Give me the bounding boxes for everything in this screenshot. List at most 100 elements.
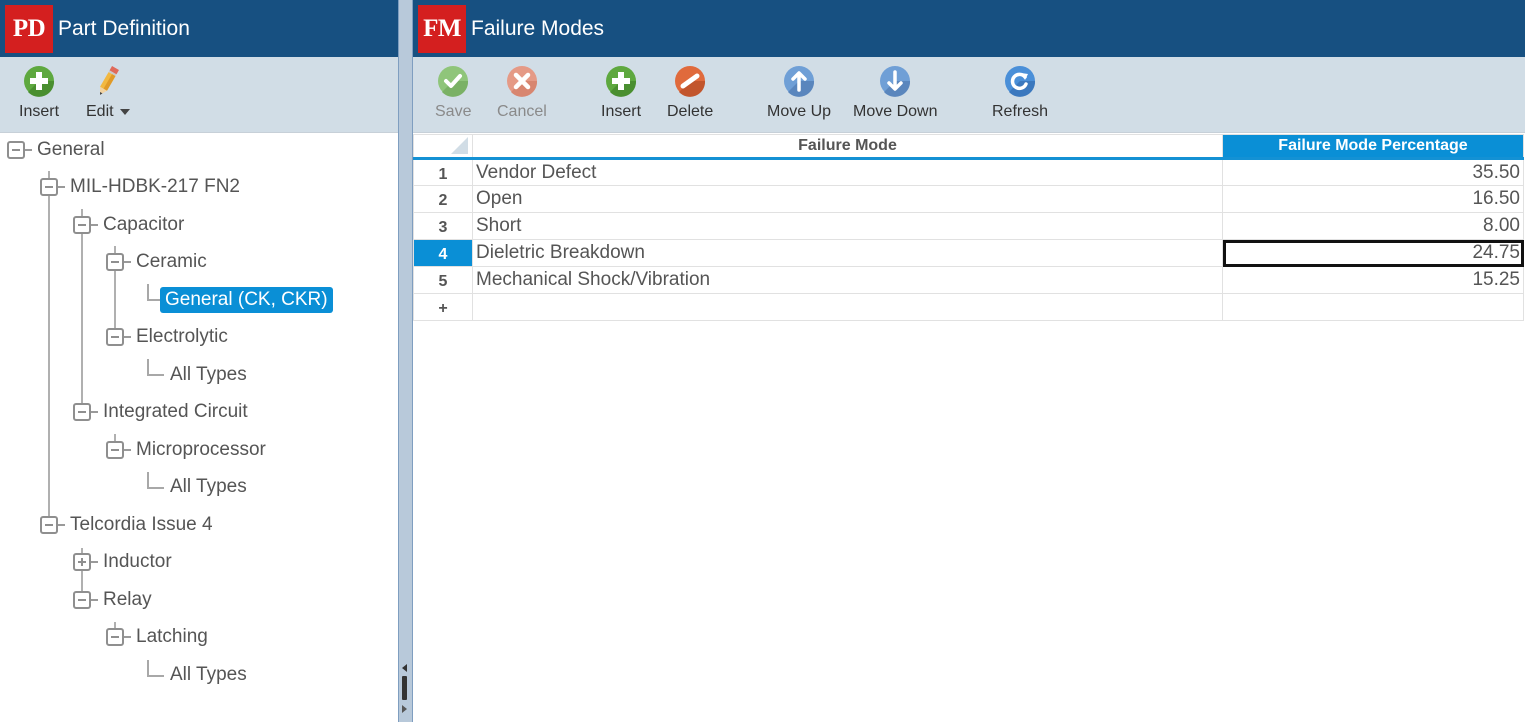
row-number[interactable]: 1 <box>413 158 473 186</box>
part-definition-header: PD Part Definition <box>0 0 399 57</box>
tree-node-label: MIL-HDBK-217 FN2 <box>70 176 240 197</box>
grid-header-row: Failure Mode Failure Mode Percentage <box>413 134 1524 160</box>
collapse-icon[interactable] <box>106 441 124 459</box>
collapse-icon[interactable] <box>73 216 91 234</box>
add-icon <box>605 65 637 97</box>
move-down-button[interactable]: Move Down <box>853 65 937 121</box>
tree-elbow <box>147 359 164 376</box>
percentage-cell[interactable]: 8.00 <box>1222 212 1524 240</box>
tree-connector <box>81 210 83 415</box>
edit-dropdown-button[interactable]: Edit <box>86 65 130 121</box>
new-row[interactable]: + <box>413 293 1524 321</box>
move-down-label: Move Down <box>853 103 938 120</box>
move-up-button[interactable]: Move Up <box>767 65 831 121</box>
failure-modes-logo: FM <box>418 4 466 53</box>
tree-node-all-types[interactable]: All Types <box>165 361 252 389</box>
tree-node-telcordia[interactable]: Telcordia Issue 4 <box>40 511 218 539</box>
collapse-icon[interactable] <box>73 591 91 609</box>
failure-mode-cell[interactable]: Vendor Defect <box>472 158 1223 186</box>
tree-node-all-types[interactable]: All Types <box>165 473 252 501</box>
tree-node-label: All Types <box>170 664 247 685</box>
percentage-cell[interactable]: 16.50 <box>1222 185 1524 213</box>
tree-connector <box>48 172 50 527</box>
tree-node-mil-hdbk[interactable]: MIL-HDBK-217 FN2 <box>40 173 245 201</box>
cancel-x-icon <box>506 65 538 97</box>
tree-node-label: General (CK, CKR) <box>160 287 333 313</box>
column-header-failure-mode-percentage[interactable]: Failure Mode Percentage <box>1222 134 1524 160</box>
collapse-right-icon[interactable] <box>402 705 407 713</box>
failure-modes-header: FM Failure Modes <box>413 0 1525 57</box>
collapse-icon[interactable] <box>7 141 25 159</box>
cancel-label: Cancel <box>497 103 547 120</box>
collapse-icon[interactable] <box>73 403 91 421</box>
new-percentage-cell[interactable] <box>1222 293 1524 321</box>
add-icon <box>23 65 55 97</box>
cancel-button[interactable]: Cancel <box>497 65 547 121</box>
insert-label: Insert <box>19 103 60 120</box>
failure-modes-grid: Failure Mode Failure Mode Percentage 1 V… <box>413 134 1524 321</box>
part-definition-panel: PD Part Definition Insert Edit General M… <box>0 0 399 722</box>
tree-node-general-ck-ckr[interactable]: General (CK, CKR) <box>160 286 333 314</box>
row-number[interactable]: 3 <box>413 212 473 240</box>
failure-mode-cell[interactable]: Open <box>472 185 1223 213</box>
percentage-cell[interactable]: 15.25 <box>1222 266 1524 294</box>
part-definition-logo: PD <box>5 4 53 53</box>
row-number[interactable]: 4 <box>413 239 473 267</box>
panel-title: Failure Modes <box>471 16 605 40</box>
collapse-icon[interactable] <box>106 328 124 346</box>
tree-node-latching[interactable]: Latching <box>106 623 213 651</box>
collapse-icon[interactable] <box>40 516 58 534</box>
collapse-left-icon[interactable] <box>402 664 407 672</box>
panel-title: Part Definition <box>58 16 190 40</box>
tree-node-ceramic[interactable]: Ceramic <box>106 248 212 276</box>
tree-node-capacitor[interactable]: Capacitor <box>73 211 189 239</box>
panel-splitter[interactable] <box>398 0 413 722</box>
delete-row-button[interactable]: Delete <box>667 65 713 121</box>
tree-node-all-types[interactable]: All Types <box>165 661 252 689</box>
insert-row-button[interactable]: Insert <box>601 65 641 121</box>
collapse-icon[interactable] <box>106 253 124 271</box>
collapse-icon[interactable] <box>106 628 124 646</box>
column-header-failure-mode[interactable]: Failure Mode <box>472 134 1223 160</box>
tree-node-general[interactable]: General <box>7 136 110 164</box>
tree-node-relay[interactable]: Relay <box>73 586 157 614</box>
collapse-icon[interactable] <box>40 178 58 196</box>
tree-node-integrated-circuit[interactable]: Integrated Circuit <box>73 398 253 426</box>
tree-node-microprocessor[interactable]: Microprocessor <box>106 436 271 464</box>
table-row[interactable]: 3 Short 8.00 <box>413 212 1524 240</box>
tree-node-label: Capacitor <box>103 214 185 235</box>
tree-node-label: Ceramic <box>136 251 207 272</box>
arrow-down-icon <box>879 65 911 97</box>
new-failure-mode-cell[interactable] <box>472 293 1223 321</box>
percentage-cell[interactable]: 35.50 <box>1222 158 1524 186</box>
expand-icon[interactable] <box>73 553 91 571</box>
table-row[interactable]: 1 Vendor Defect 35.50 <box>413 158 1524 186</box>
tree-elbow <box>147 472 164 489</box>
add-row-icon[interactable]: + <box>413 293 473 321</box>
tree-node-inductor[interactable]: Inductor <box>73 548 177 576</box>
failure-mode-cell[interactable]: Dieletric Breakdown <box>472 239 1223 267</box>
table-row[interactable]: 2 Open 16.50 <box>413 185 1524 213</box>
tree-node-electrolytic[interactable]: Electrolytic <box>106 323 233 351</box>
insert-label: Insert <box>601 103 642 120</box>
tree-node-label: General <box>37 139 105 160</box>
row-number[interactable]: 5 <box>413 266 473 294</box>
table-row[interactable]: 5 Mechanical Shock/Vibration 15.25 <box>413 266 1524 294</box>
refresh-button[interactable]: Refresh <box>992 65 1048 121</box>
tree-elbow <box>147 660 164 677</box>
row-number[interactable]: 2 <box>413 185 473 213</box>
save-label: Save <box>435 103 472 120</box>
percentage-cell-focused[interactable]: 24.75 <box>1222 239 1524 267</box>
failure-mode-cell[interactable]: Short <box>472 212 1223 240</box>
delete-label: Delete <box>667 103 714 120</box>
refresh-icon <box>1004 65 1036 97</box>
table-row-selected[interactable]: 4 Dieletric Breakdown 24.75 <box>413 239 1524 267</box>
arrow-up-icon <box>783 65 815 97</box>
move-up-label: Move Up <box>767 103 832 120</box>
save-button[interactable]: Save <box>435 65 471 121</box>
tree-node-label: Integrated Circuit <box>103 401 248 422</box>
select-all-corner[interactable] <box>413 134 473 160</box>
insert-part-button[interactable]: Insert <box>19 65 59 121</box>
splitter-grip-handle[interactable] <box>402 676 407 700</box>
failure-mode-cell[interactable]: Mechanical Shock/Vibration <box>472 266 1223 294</box>
